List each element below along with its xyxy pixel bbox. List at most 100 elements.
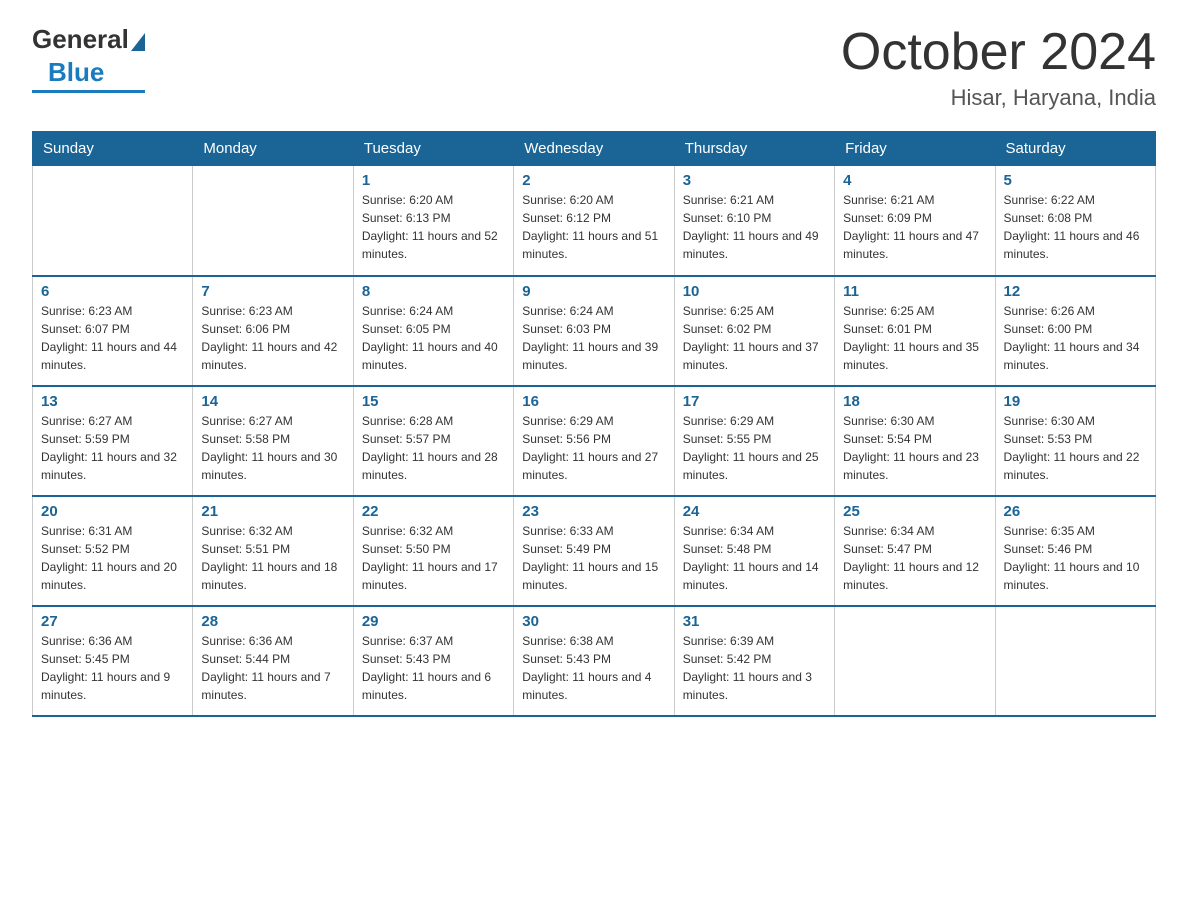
calendar-cell (995, 606, 1155, 716)
day-number: 11 (843, 283, 986, 300)
day-info: Sunrise: 6:30 AMSunset: 5:53 PMDaylight:… (1004, 412, 1147, 484)
day-info: Sunrise: 6:24 AMSunset: 6:05 PMDaylight:… (362, 302, 505, 374)
day-info: Sunrise: 6:24 AMSunset: 6:03 PMDaylight:… (522, 302, 665, 374)
location-text: Hisar, Haryana, India (841, 85, 1156, 111)
day-info: Sunrise: 6:38 AMSunset: 5:43 PMDaylight:… (522, 632, 665, 704)
day-info: Sunrise: 6:37 AMSunset: 5:43 PMDaylight:… (362, 632, 505, 704)
day-info: Sunrise: 6:23 AMSunset: 6:06 PMDaylight:… (201, 302, 344, 374)
day-number: 1 (362, 172, 505, 189)
calendar-cell: 2Sunrise: 6:20 AMSunset: 6:12 PMDaylight… (514, 166, 674, 276)
day-number: 31 (683, 613, 826, 630)
calendar-table: SundayMondayTuesdayWednesdayThursdayFrid… (32, 131, 1156, 717)
day-number: 19 (1004, 393, 1147, 410)
week-row-4: 20Sunrise: 6:31 AMSunset: 5:52 PMDayligh… (33, 496, 1156, 606)
day-info: Sunrise: 6:35 AMSunset: 5:46 PMDaylight:… (1004, 522, 1147, 594)
calendar-cell: 9 Sunrise: 6:24 AMSunset: 6:03 PMDaylight… (514, 276, 674, 386)
calendar-cell: 26 Sunrise: 6:35 AMSunset: 5:46 PMDayligh… (995, 496, 1155, 606)
day-number: 8 (362, 283, 505, 300)
day-number: 21 (201, 503, 344, 520)
month-title: October 2024 (841, 24, 1156, 81)
day-number: 14 (201, 393, 344, 410)
day-number: 16 (522, 393, 665, 410)
calendar-cell: 20Sunrise: 6:31 AMSunset: 5:52 PMDayligh… (33, 496, 193, 606)
week-row-3: 13 Sunrise: 6:27 AMSunset: 5:59 PMDayligh… (33, 386, 1156, 496)
day-number: 12 (1004, 283, 1147, 300)
day-info: Sunrise: 6:27 AMSunset: 5:59 PMDaylight:… (41, 412, 184, 484)
day-info: Sunrise: 6:36 AMSunset: 5:44 PMDaylight:… (201, 632, 344, 704)
day-info: Sunrise: 6:26 AMSunset: 6:00 PMDaylight:… (1004, 302, 1147, 374)
day-number: 30 (522, 613, 665, 630)
week-row-5: 27 Sunrise: 6:36 AMSunset: 5:45 PMDayligh… (33, 606, 1156, 716)
day-number: 17 (683, 393, 826, 410)
day-number: 13 (41, 393, 184, 410)
calendar-cell: 8 Sunrise: 6:24 AMSunset: 6:05 PMDaylight… (353, 276, 513, 386)
header-sunday: Sunday (33, 132, 193, 166)
day-info: Sunrise: 6:36 AMSunset: 5:45 PMDaylight:… (41, 632, 184, 704)
day-number: 6 (41, 283, 184, 300)
title-area: October 2024 Hisar, Haryana, India (841, 24, 1156, 111)
logo-underline (32, 90, 145, 93)
day-number: 9 (522, 283, 665, 300)
calendar-cell: 15Sunrise: 6:28 AMSunset: 5:57 PMDayligh… (353, 386, 513, 496)
day-number: 18 (843, 393, 986, 410)
week-row-2: 6 Sunrise: 6:23 AMSunset: 6:07 PMDaylight… (33, 276, 1156, 386)
calendar-cell: 4 Sunrise: 6:21 AMSunset: 6:09 PMDaylight… (835, 166, 995, 276)
page-header: General Blue October 2024 Hisar, Haryana… (32, 24, 1156, 111)
calendar-cell: 29 Sunrise: 6:37 AMSunset: 5:43 PMDayligh… (353, 606, 513, 716)
calendar-cell: 28 Sunrise: 6:36 AMSunset: 5:44 PMDayligh… (193, 606, 353, 716)
day-number: 5 (1004, 172, 1147, 189)
calendar-cell: 25Sunrise: 6:34 AMSunset: 5:47 PMDayligh… (835, 496, 995, 606)
week-row-1: 1 Sunrise: 6:20 AMSunset: 6:13 PMDaylight… (33, 166, 1156, 276)
day-number: 28 (201, 613, 344, 630)
logo-triangle-icon (131, 33, 145, 51)
calendar-cell: 19 Sunrise: 6:30 AMSunset: 5:53 PMDayligh… (995, 386, 1155, 496)
logo-blue-text: Blue (48, 57, 104, 88)
day-info: Sunrise: 6:30 AMSunset: 5:54 PMDaylight:… (843, 412, 986, 484)
header-wednesday: Wednesday (514, 132, 674, 166)
calendar-cell: 3Sunrise: 6:21 AMSunset: 6:10 PMDaylight… (674, 166, 834, 276)
day-info: Sunrise: 6:39 AMSunset: 5:42 PMDaylight:… (683, 632, 826, 704)
day-info: Sunrise: 6:21 AMSunset: 6:09 PMDaylight:… (843, 191, 986, 263)
day-number: 7 (201, 283, 344, 300)
calendar-cell: 23Sunrise: 6:33 AMSunset: 5:49 PMDayligh… (514, 496, 674, 606)
calendar-cell: 7 Sunrise: 6:23 AMSunset: 6:06 PMDaylight… (193, 276, 353, 386)
calendar-cell: 13 Sunrise: 6:27 AMSunset: 5:59 PMDayligh… (33, 386, 193, 496)
calendar-cell: 5Sunrise: 6:22 AMSunset: 6:08 PMDaylight… (995, 166, 1155, 276)
calendar-cell (193, 166, 353, 276)
header-thursday: Thursday (674, 132, 834, 166)
calendar-cell: 22Sunrise: 6:32 AMSunset: 5:50 PMDayligh… (353, 496, 513, 606)
day-info: Sunrise: 6:32 AMSunset: 5:51 PMDaylight:… (201, 522, 344, 594)
calendar-cell: 21 Sunrise: 6:32 AMSunset: 5:51 PMDayligh… (193, 496, 353, 606)
day-info: Sunrise: 6:29 AMSunset: 5:55 PMDaylight:… (683, 412, 826, 484)
day-number: 26 (1004, 503, 1147, 520)
calendar-cell: 16 Sunrise: 6:29 AMSunset: 5:56 PMDayligh… (514, 386, 674, 496)
day-info: Sunrise: 6:23 AMSunset: 6:07 PMDaylight:… (41, 302, 184, 374)
calendar-cell: 18 Sunrise: 6:30 AMSunset: 5:54 PMDayligh… (835, 386, 995, 496)
day-info: Sunrise: 6:27 AMSunset: 5:58 PMDaylight:… (201, 412, 344, 484)
day-info: Sunrise: 6:32 AMSunset: 5:50 PMDaylight:… (362, 522, 505, 594)
day-info: Sunrise: 6:28 AMSunset: 5:57 PMDaylight:… (362, 412, 505, 484)
calendar-cell: 24Sunrise: 6:34 AMSunset: 5:48 PMDayligh… (674, 496, 834, 606)
calendar-cell: 1 Sunrise: 6:20 AMSunset: 6:13 PMDaylight… (353, 166, 513, 276)
day-info: Sunrise: 6:33 AMSunset: 5:49 PMDaylight:… (522, 522, 665, 594)
logo: General Blue (32, 24, 145, 93)
calendar-cell (33, 166, 193, 276)
day-number: 2 (522, 172, 665, 189)
calendar-cell: 31 Sunrise: 6:39 AMSunset: 5:42 PMDayligh… (674, 606, 834, 716)
day-number: 25 (843, 503, 986, 520)
day-number: 3 (683, 172, 826, 189)
day-number: 29 (362, 613, 505, 630)
day-number: 27 (41, 613, 184, 630)
header-saturday: Saturday (995, 132, 1155, 166)
header-friday: Friday (835, 132, 995, 166)
day-number: 4 (843, 172, 986, 189)
day-info: Sunrise: 6:20 AMSunset: 6:13 PMDaylight:… (362, 191, 505, 263)
day-number: 10 (683, 283, 826, 300)
calendar-cell: 12 Sunrise: 6:26 AMSunset: 6:00 PMDayligh… (995, 276, 1155, 386)
day-info: Sunrise: 6:29 AMSunset: 5:56 PMDaylight:… (522, 412, 665, 484)
day-info: Sunrise: 6:25 AMSunset: 6:01 PMDaylight:… (843, 302, 986, 374)
day-number: 24 (683, 503, 826, 520)
calendar-cell: 11 Sunrise: 6:25 AMSunset: 6:01 PMDayligh… (835, 276, 995, 386)
calendar-cell: 14 Sunrise: 6:27 AMSunset: 5:58 PMDayligh… (193, 386, 353, 496)
day-info: Sunrise: 6:31 AMSunset: 5:52 PMDaylight:… (41, 522, 184, 594)
